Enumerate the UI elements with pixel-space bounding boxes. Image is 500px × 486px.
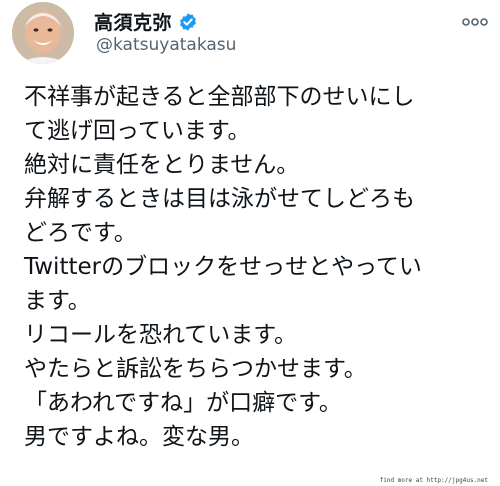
more-options-icon[interactable] <box>462 14 488 30</box>
tweet-header: 高須克弥 @katsuyatakasu <box>10 2 498 64</box>
tweet-line: 「あわれですね」が口癖です。 <box>24 390 342 416</box>
tweet-card: 高須克弥 @katsuyatakasu 不祥事が起きると全部部下のせいにし て逃… <box>0 0 500 486</box>
display-name-row: 高須克弥 <box>94 8 198 35</box>
handle[interactable]: @katsuyatakasu <box>96 35 236 55</box>
tweet-line: 弁解するときは目は泳がせてしどろも <box>24 186 415 212</box>
tweet-line: Twitterのブロックをせっせとやってい <box>24 254 422 280</box>
tweet-line: やたらと訴訟をちらつかせます。 <box>24 356 367 382</box>
tweet-line: 絶対に責任をとりません。 <box>24 152 300 178</box>
tweet-line: て逃げ回っています。 <box>24 118 251 144</box>
avatar[interactable] <box>12 2 74 64</box>
tweet-line: リコールを恐れています。 <box>24 322 298 348</box>
display-name[interactable]: 高須克弥 <box>94 8 172 35</box>
tweet-line: 不祥事が起きると全部部下のせいにし <box>24 84 415 110</box>
tweet-line: ます。 <box>24 288 91 314</box>
verified-badge-icon <box>178 12 198 32</box>
tweet-line: 男ですよね。変な男。 <box>24 424 254 450</box>
tweet-line: どろです。 <box>24 220 137 246</box>
tweet-text: 不祥事が起きると全部部下のせいにし て逃げ回っています。 絶対に責任をとりません… <box>24 80 494 454</box>
avatar-photo <box>12 2 74 64</box>
watermark: find more at http://jpg4us.net <box>379 477 488 484</box>
